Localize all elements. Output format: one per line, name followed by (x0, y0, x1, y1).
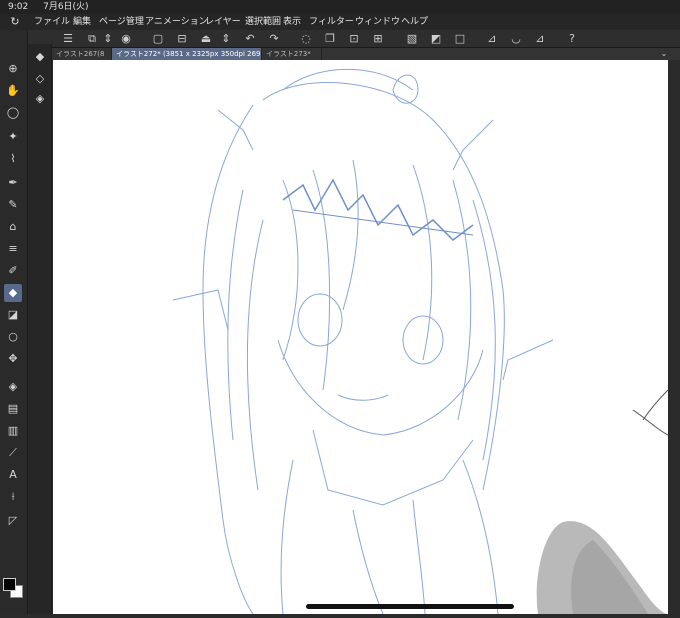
eraser-soft-icon[interactable]: ◇ (31, 70, 49, 88)
gradient-icon[interactable]: ▤ (4, 400, 22, 418)
foreground-color-swatch[interactable] (3, 578, 16, 591)
decoration-icon[interactable]: ≡ (4, 240, 22, 258)
status-bar: 9:02 7月6日(火) (0, 0, 680, 14)
chevron-down-icon[interactable]: ⌄ (658, 49, 670, 59)
menu-selection[interactable]: 選択範囲 (245, 14, 281, 30)
pen-icon[interactable]: ✒ (4, 174, 22, 192)
ruler-snap-icon[interactable]: ⊿ (484, 31, 500, 47)
menu-help[interactable]: ヘルプ (401, 14, 428, 30)
sub-tool-column: ◆ ◇ ◈ (28, 44, 52, 614)
menu-icon[interactable]: ☰ (60, 31, 76, 47)
fill-icon[interactable]: ◈ (4, 378, 22, 396)
sketch-drawing (172, 68, 669, 615)
open-file-icon[interactable]: ⊟ (174, 31, 190, 47)
hand-icon[interactable]: ✋ (4, 82, 22, 100)
stepper-icon[interactable]: ⇕ (100, 31, 116, 47)
preview-icon[interactable]: ◉ (118, 31, 134, 47)
lasso-icon[interactable]: ◯ (4, 104, 22, 122)
clear-icon[interactable]: ▧ (404, 31, 420, 47)
tab-illust-267[interactable]: イラスト267(8 (52, 48, 112, 60)
save-icon[interactable]: ⏏ (198, 31, 214, 47)
pencil-icon[interactable]: ✎ (4, 196, 22, 214)
redo-icon[interactable]: ↷ (266, 31, 282, 47)
selection-icon[interactable]: ◌ (298, 31, 314, 47)
menu-window[interactable]: ウィンドウ (355, 14, 400, 30)
menu-edit[interactable]: 編集 (73, 14, 91, 30)
fill-selection-icon[interactable]: ◩ (428, 31, 444, 47)
magic-wand-icon[interactable]: ✦ (4, 128, 22, 146)
app-logo-icon[interactable]: ↻ (8, 15, 22, 29)
menu-file[interactable]: ファイル (34, 14, 70, 30)
help-icon[interactable]: ? (564, 31, 580, 47)
tool-palette: ⊕ ✋ ◯ ✦ ⌇ ✒ ✎ ⌂ ≡ ✐ ◆ ◪ ○ ✥ ◈ ▤ ▥ ⟋ A ⟊ … (0, 30, 28, 614)
ruler-icon[interactable]: ⟋ (4, 444, 22, 462)
transform-icon[interactable]: ⊡ (346, 31, 362, 47)
menu-bar: ↻ ファイル 編集 ページ管理 アニメーション レイヤー 選択範囲 表示 フィル… (0, 14, 680, 30)
grid-snap-icon[interactable]: ⊿ (532, 31, 548, 47)
eyedropper-icon[interactable]: ⌇ (4, 150, 22, 168)
menu-filter[interactable]: フィルター (309, 14, 354, 30)
zoom-icon[interactable]: ⊕ (4, 60, 22, 78)
brush-icon[interactable]: ⌂ (4, 218, 22, 236)
right-panel-edge (668, 60, 680, 614)
crop-icon[interactable]: ⊞ (370, 31, 386, 47)
stepper-icon-2[interactable]: ⇕ (218, 31, 234, 47)
eraser-hard-icon[interactable]: ◆ (31, 48, 49, 66)
status-time: 9:02 (8, 2, 29, 12)
home-indicator[interactable] (306, 604, 514, 609)
blend-icon[interactable]: ◪ (4, 306, 22, 324)
command-bar: ☰ ⧉ ⇕ ◉ ▢ ⊟ ⏏ ⇕ ↶ ↷ ◌ ❐ ⊡ ⊞ ▧ ◩ □ ⊿ ◡ ⊿ … (28, 30, 680, 48)
menu-animation[interactable]: アニメーション (145, 14, 208, 30)
document-tabs: イラスト267(8 イラスト272* (3851 x 2325px 350dpi… (52, 48, 680, 60)
tab-illust-273[interactable]: イラスト273* (262, 48, 322, 60)
layer-icon[interactable]: ▥ (4, 422, 22, 440)
deselect-icon[interactable]: □ (452, 31, 468, 47)
figure-icon[interactable]: ○ (4, 328, 22, 346)
eraser-vector-icon[interactable]: ◈ (31, 90, 49, 108)
new-file-icon[interactable]: ▢ (150, 31, 166, 47)
tab-illust-272[interactable]: イラスト272* (3851 x 2325px 350dpi 269.1%) (112, 48, 262, 60)
menu-layer[interactable]: レイヤー (205, 14, 241, 30)
undo-icon[interactable]: ↶ (242, 31, 258, 47)
airbrush-icon[interactable]: ✐ (4, 262, 22, 280)
status-date: 7月6日(火) (43, 2, 89, 12)
curve-snap-icon[interactable]: ◡ (508, 31, 524, 47)
move-icon[interactable]: ✥ (4, 350, 22, 368)
menu-page[interactable]: ページ管理 (99, 14, 144, 30)
text-icon[interactable]: A (4, 466, 22, 484)
menu-view[interactable]: 表示 (283, 14, 301, 30)
eraser-icon[interactable]: ◆ (4, 284, 22, 302)
correction-icon[interactable]: ⟊ (4, 488, 22, 506)
frame-icon[interactable]: ◸ (4, 512, 22, 530)
new-layer-icon[interactable]: ⧉ (84, 31, 100, 47)
copy-layer-icon[interactable]: ❐ (322, 31, 338, 47)
canvas[interactable] (53, 60, 669, 615)
